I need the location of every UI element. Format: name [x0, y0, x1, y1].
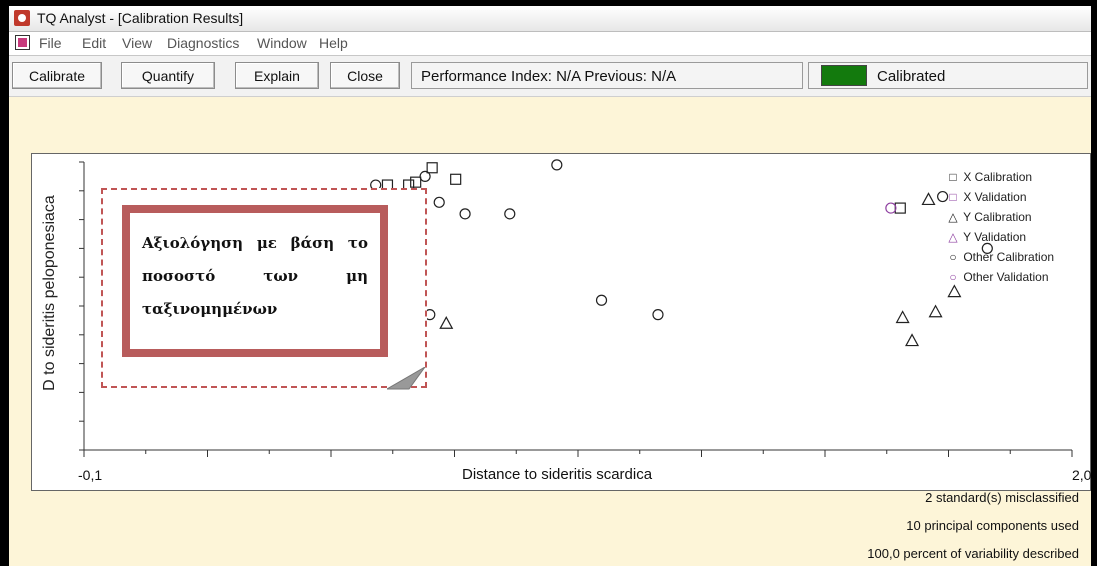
- performance-index: Performance Index: N/A Previous: N/A: [411, 62, 803, 89]
- legend-symbol: △: [948, 210, 958, 224]
- circle-point: [885, 202, 897, 214]
- toolbar: Calibrate Quantify Explain Close Perform…: [9, 56, 1091, 97]
- legend-item: ○ Other Calibration: [946, 247, 1086, 267]
- app-window: TQ Analyst - [Calibration Results] File …: [9, 6, 1091, 566]
- close-button[interactable]: Close: [330, 62, 400, 89]
- quantify-button[interactable]: Quantify: [121, 62, 215, 89]
- circle-point: [595, 294, 608, 306]
- square-point: [894, 202, 906, 214]
- variability-text: 100,0 percent of variability described: [867, 546, 1079, 561]
- legend-symbol: △: [948, 230, 958, 244]
- y-axis-label: D to sideritis peloponesiaca: [41, 195, 58, 391]
- x-axis-label: Distance to sideritis scardica: [462, 466, 653, 483]
- status-label: Calibrated: [877, 68, 946, 85]
- legend-label: Other Validation: [960, 270, 1049, 284]
- x-axis-max-label: 2,0: [1072, 467, 1091, 483]
- legend-label: Y Validation: [960, 230, 1027, 244]
- menu-edit[interactable]: Edit: [82, 35, 106, 51]
- triangle-point: [947, 284, 962, 298]
- calibrate-button[interactable]: Calibrate: [12, 62, 102, 89]
- legend-symbol: ○: [949, 250, 957, 264]
- legend-item: □ X Calibration: [946, 167, 1086, 187]
- document-icon[interactable]: [15, 35, 30, 50]
- misclassified-text: 2 standard(s) misclassified: [925, 490, 1079, 505]
- components-text: 10 principal components used: [906, 518, 1079, 533]
- legend-item: ○ Other Validation: [946, 267, 1086, 287]
- triangle-point: [895, 310, 910, 324]
- legend-label: X Validation: [960, 190, 1027, 204]
- legend: □ X Calibration □ X Validation △ Y Calibra…: [946, 167, 1086, 287]
- legend-label: Other Calibration: [960, 250, 1055, 264]
- annotation-text: Αξιολόγηση με βάση το ποσοστό των μη ταξ…: [142, 234, 368, 318]
- menu-bar: File Edit View Diagnostics Window Help: [9, 32, 1091, 56]
- circle-point: [504, 208, 516, 220]
- menu-file[interactable]: File: [39, 35, 62, 51]
- triangle-point: [905, 333, 920, 347]
- x-axis-min-label: -0,1: [78, 467, 103, 483]
- circle-point: [459, 208, 471, 220]
- window-title: TQ Analyst - [Calibration Results]: [37, 10, 244, 26]
- legend-label: Y Calibration: [960, 210, 1032, 224]
- menu-window[interactable]: Window: [257, 35, 307, 51]
- circle-point: [433, 196, 445, 208]
- circle-point: [551, 159, 563, 171]
- title-bar: TQ Analyst - [Calibration Results]: [9, 6, 1091, 32]
- menu-diagnostics[interactable]: Diagnostics: [167, 35, 239, 51]
- triangle-point: [928, 304, 943, 318]
- legend-symbol: □: [949, 170, 957, 184]
- calibration-status: Calibrated: [808, 62, 1088, 89]
- legend-item: □ X Validation: [946, 187, 1086, 207]
- legend-symbol: ○: [949, 270, 957, 284]
- explain-button[interactable]: Explain: [235, 62, 319, 89]
- legend-item: △ Y Validation: [946, 227, 1086, 247]
- legend-label: X Calibration: [960, 170, 1033, 184]
- status-color-swatch: [821, 65, 867, 86]
- square-point: [426, 162, 438, 174]
- triangle-point: [439, 316, 454, 329]
- square-point: [410, 176, 422, 188]
- app-icon: [14, 10, 30, 26]
- legend-symbol: □: [949, 190, 957, 204]
- triangle-point: [921, 192, 936, 206]
- menu-help[interactable]: Help: [319, 35, 348, 51]
- legend-item: △ Y Calibration: [946, 207, 1086, 227]
- circle-point: [419, 170, 431, 182]
- square-point: [450, 173, 462, 185]
- menu-view[interactable]: View: [122, 35, 152, 51]
- circle-point: [652, 309, 664, 321]
- annotation-box: Αξιολόγηση με βάση το ποσοστό των μη ταξ…: [122, 205, 388, 357]
- callout-tail: [387, 367, 426, 390]
